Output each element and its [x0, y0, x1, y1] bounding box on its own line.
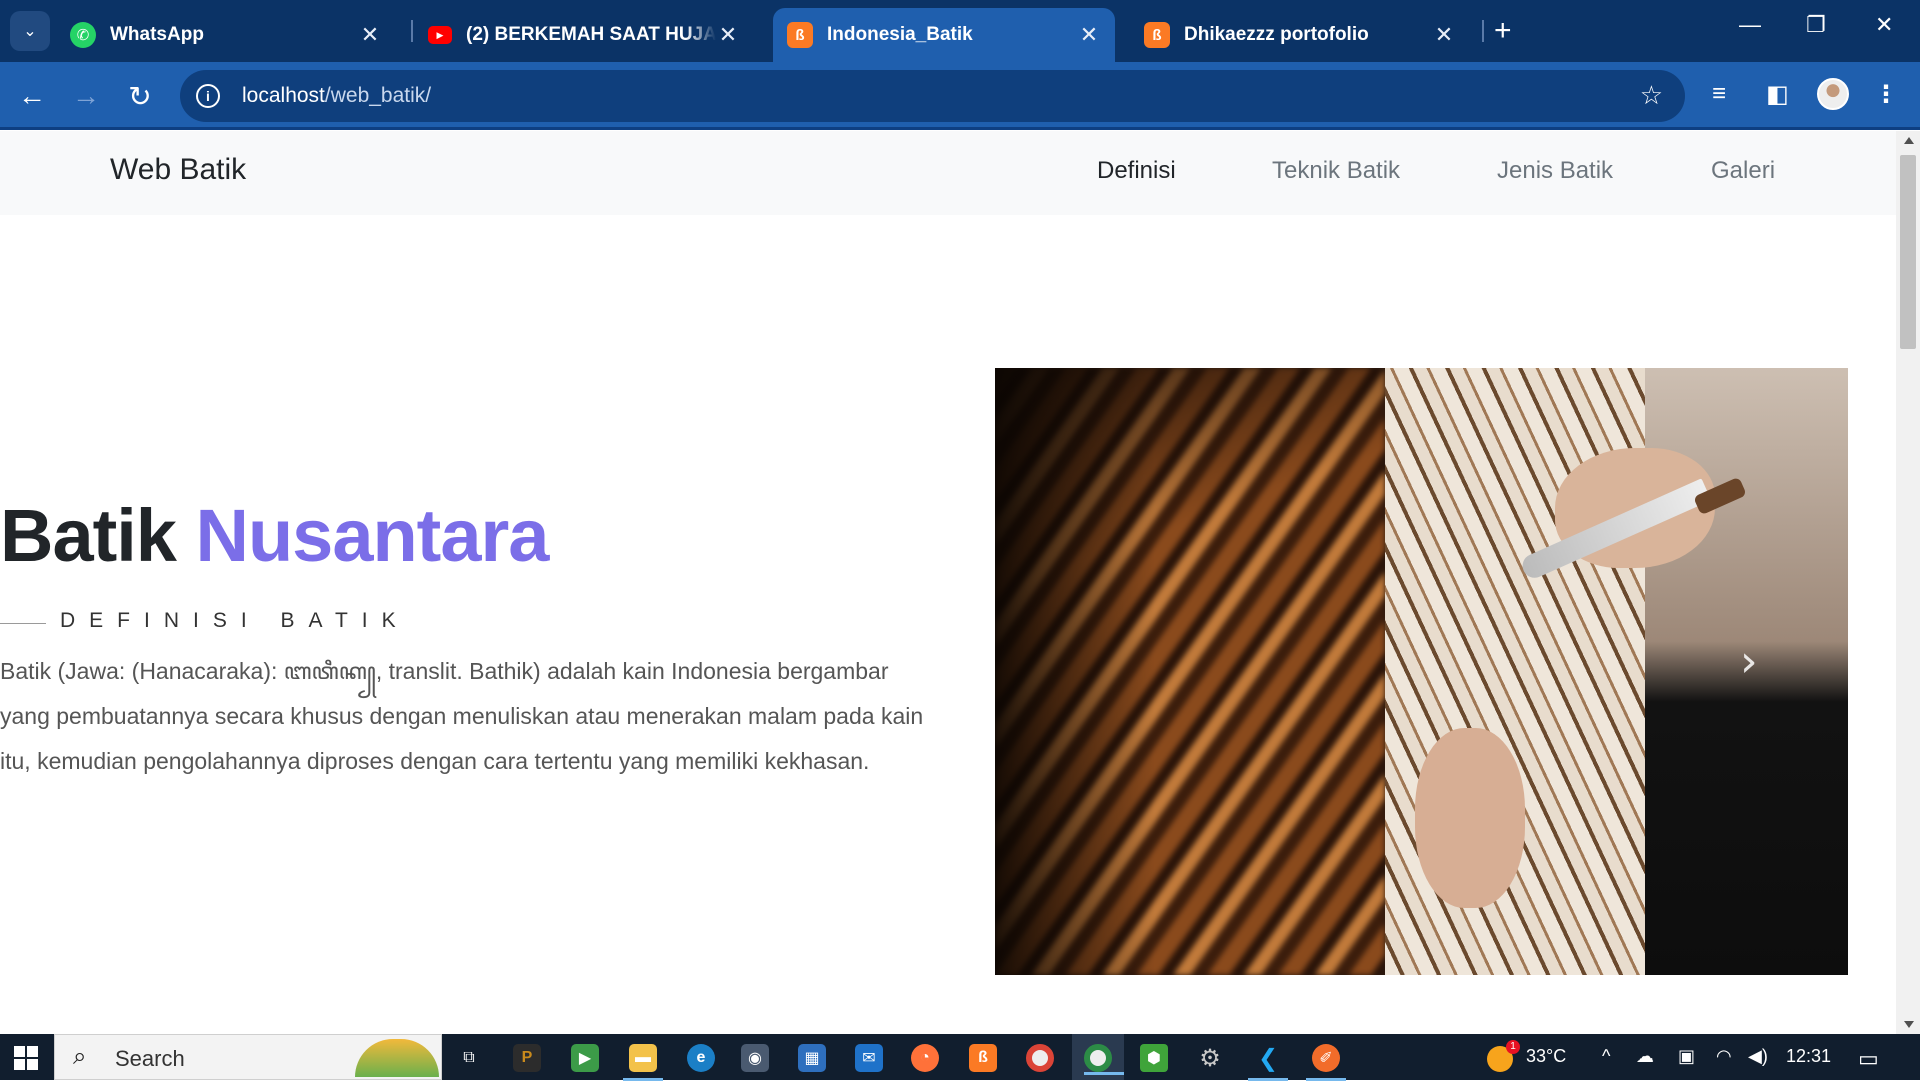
browser-tab-strip: ⌄ ✆ WhatsApp ✕ ▶ (2) BERKEMAH SAAT HUJAN…	[0, 0, 1920, 62]
restore-icon[interactable]: ❐	[1806, 12, 1826, 38]
hero-title: Batik Nusantara	[0, 493, 550, 578]
back-button[interactable]: ←	[14, 78, 50, 114]
subtitle-divider	[0, 623, 46, 624]
weather-badge: 1	[1506, 1040, 1520, 1054]
url-host: localhost	[242, 84, 325, 107]
minimize-icon[interactable]: —	[1739, 12, 1761, 38]
settings-gear-icon[interactable]: ⚙	[1196, 1044, 1224, 1072]
info-icon[interactable]: i	[196, 84, 220, 108]
vscode-icon[interactable]: ❮	[1248, 1044, 1288, 1081]
hero-subtitle: DEFINISI BATIK	[60, 609, 410, 632]
clock-time[interactable]: 12:31	[1786, 1046, 1831, 1067]
mail-icon[interactable]: ✉	[855, 1044, 883, 1072]
close-icon[interactable]: ✕	[1432, 22, 1456, 48]
nav-link-teknik-batik[interactable]: Teknik Batik	[1272, 157, 1400, 185]
tab-separator	[1482, 20, 1484, 42]
chevron-up-icon[interactable]: ^	[1602, 1046, 1610, 1067]
close-icon[interactable]: ✕	[716, 22, 740, 48]
file-explorer-icon[interactable]: ▬	[623, 1044, 663, 1081]
scroll-thumb[interactable]	[1900, 155, 1916, 349]
chevron-down-icon: ⌄	[23, 23, 37, 40]
firefox-icon[interactable]: ◔	[911, 1044, 939, 1072]
chrome-icon[interactable]	[1026, 1044, 1054, 1072]
scroll-down-arrow-icon[interactable]	[1904, 1021, 1914, 1028]
tab-title: Indonesia_Batik	[827, 24, 973, 45]
bookmark-star-icon[interactable]: ☆	[1640, 80, 1663, 111]
url-path: /web_batik/	[324, 84, 432, 107]
reload-icon: ↻	[128, 80, 152, 112]
postman-icon[interactable]: ✐	[1306, 1044, 1346, 1081]
tab-title: (2) BERKEMAH SAAT HUJAN D	[466, 24, 716, 45]
tab-title: Dhikaezzz portofolio	[1184, 24, 1369, 45]
carousel-photo-hand	[1415, 728, 1525, 908]
camera-icon[interactable]: ◉	[741, 1044, 769, 1072]
temperature[interactable]: 33°C	[1526, 1046, 1566, 1067]
arrow-right-icon: →	[72, 80, 100, 111]
tab-indonesia-batik[interactable]: ß Indonesia_Batik ✕	[773, 8, 1115, 62]
tab-portfolio[interactable]: ß Dhikaezzz portofolio ✕	[1130, 8, 1470, 62]
close-icon[interactable]: ✕	[358, 22, 382, 48]
xampp-icon: ß	[1144, 22, 1170, 48]
edge-icon[interactable]: e	[687, 1044, 715, 1072]
browser-toolbar: ← → ↻ i localhost/web_batik/ ☆ ≡ ◧ ⋮	[0, 62, 1920, 130]
page-viewport: Web Batik Definisi Teknik Batik Jenis Ba…	[0, 131, 1896, 1034]
tab-title: WhatsApp	[110, 24, 204, 45]
more-menu-icon[interactable]: ⋮	[1874, 80, 1898, 109]
profile-avatar[interactable]	[1817, 78, 1849, 110]
nav-link-definisi[interactable]: Definisi	[1097, 157, 1176, 185]
side-panel-icon[interactable]: ◧	[1766, 80, 1789, 109]
media-control-icon[interactable]: ≡	[1712, 80, 1726, 108]
reload-button[interactable]: ↻	[122, 78, 158, 114]
taskbar-search-box[interactable]: ⌕ Search	[54, 1034, 442, 1080]
tab-search-button[interactable]: ⌄	[10, 11, 50, 51]
scroll-up-arrow-icon[interactable]	[1904, 137, 1914, 144]
nav-link-galeri[interactable]: Galeri	[1711, 157, 1775, 185]
tab-separator	[411, 20, 413, 42]
arrow-left-icon: ←	[18, 80, 46, 111]
chrome-active-icon[interactable]	[1084, 1044, 1124, 1075]
page-scrollbar[interactable]	[1896, 131, 1920, 1034]
taskbar-search-label: Search	[115, 1046, 185, 1071]
carousel-next-chevron-icon[interactable]: ›	[1740, 638, 1764, 686]
url-text[interactable]: localhost/web_batik/	[242, 84, 431, 108]
meet-now-icon[interactable]: ▣	[1678, 1046, 1695, 1067]
hero-title-accent: Nusantara	[195, 494, 550, 577]
youtube-icon: ▶	[428, 26, 452, 44]
close-icon[interactable]: ✕	[1077, 22, 1101, 48]
windows-start-icon[interactable]	[14, 1046, 38, 1070]
new-tab-button[interactable]: +	[1494, 14, 1512, 48]
address-bar[interactable]: i localhost/web_batik/ ☆	[180, 70, 1685, 122]
sublime-icon[interactable]: P	[513, 1044, 541, 1072]
hero-carousel[interactable]: ›	[995, 368, 1848, 975]
site-navbar: Web Batik Definisi Teknik Batik Jenis Ba…	[0, 131, 1896, 215]
tab-whatsapp[interactable]: ✆ WhatsApp ✕	[56, 8, 396, 62]
meet-icon[interactable]: ▶	[571, 1044, 599, 1072]
nav-link-jenis-batik[interactable]: Jenis Batik	[1497, 157, 1613, 185]
hero-title-main: Batik	[0, 494, 177, 577]
xampp-icon: ß	[787, 22, 813, 48]
notification-icon[interactable]: ▭	[1858, 1046, 1879, 1072]
cloud-icon[interactable]: ☁	[1636, 1046, 1654, 1067]
volume-icon[interactable]: ◀)	[1748, 1046, 1768, 1067]
window-close-icon[interactable]: ✕	[1875, 12, 1893, 38]
carousel-photo-shadow	[995, 368, 1155, 975]
search-icon: ⌕	[73, 1043, 87, 1070]
xampp-icon[interactable]: ß	[969, 1044, 997, 1072]
windows-taskbar: ⌕ Search ⧉ P ▶ ▬ e ◉ ▦ ✉ ◔ ß ⬢ ⚙ ❮ ✐ 1 3…	[0, 1034, 1920, 1081]
store-icon[interactable]: ▦	[798, 1044, 826, 1072]
tab-youtube[interactable]: ▶ (2) BERKEMAH SAAT HUJAN D ✕	[414, 8, 754, 62]
whatsapp-icon: ✆	[70, 22, 96, 48]
wifi-icon[interactable]: ◠	[1716, 1046, 1732, 1067]
search-highlight-art	[355, 1039, 439, 1077]
nodejs-icon[interactable]: ⬢	[1140, 1044, 1168, 1072]
hero-description: Batik (Jawa: (Hanacaraka): ꦧꦠꦶꦏ꧀, transl…	[0, 658, 924, 774]
task-view-icon[interactable]: ⧉	[455, 1044, 483, 1072]
site-brand[interactable]: Web Batik	[110, 153, 246, 187]
forward-button[interactable]: →	[68, 78, 104, 114]
